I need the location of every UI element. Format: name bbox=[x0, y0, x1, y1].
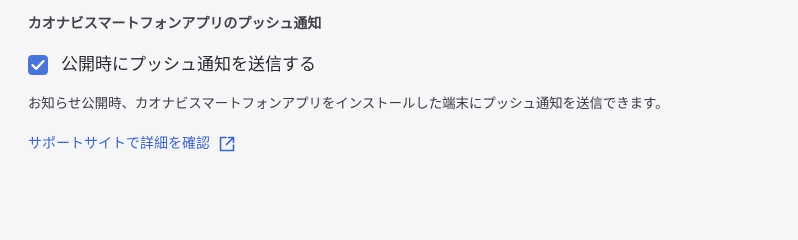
push-notification-section: カオナビスマートフォンアプリのプッシュ通知 公開時にプッシュ通知を送信する お知… bbox=[28, 13, 788, 155]
checkmark-icon bbox=[31, 59, 45, 70]
push-notification-option[interactable]: 公開時にプッシュ通知を送信する bbox=[28, 52, 788, 78]
push-notification-checkbox-label[interactable]: 公開時にプッシュ通知を送信する bbox=[61, 52, 316, 78]
external-link-icon[interactable] bbox=[218, 135, 236, 153]
support-site-link[interactable]: サポートサイトで詳細を確認 bbox=[28, 133, 236, 155]
description-text: お知らせ公開時、カオナビスマートフォンアプリをインストールした端末にプッシュ通知… bbox=[28, 97, 669, 112]
support-site-link-label[interactable]: サポートサイトで詳細を確認 bbox=[28, 133, 210, 155]
push-notification-checkbox[interactable] bbox=[28, 55, 48, 75]
section-title: カオナビスマートフォンアプリのプッシュ通知 bbox=[28, 16, 322, 32]
